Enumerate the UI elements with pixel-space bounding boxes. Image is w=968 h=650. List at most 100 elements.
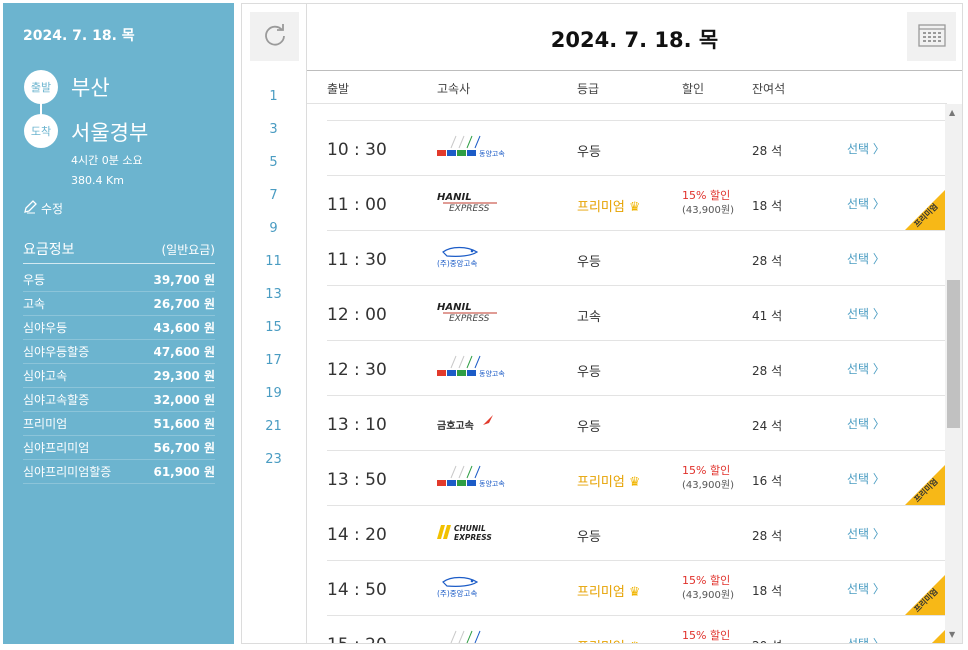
schedule-row: 11 : 00 HANIL EXPRESS 프리미엄 ♛ 15% 할인 (43,900원) 1…: [327, 175, 945, 230]
departure-time: 11 : 00: [327, 195, 387, 215]
calendar-button[interactable]: [907, 12, 956, 61]
bus-grade: 우등: [577, 251, 601, 270]
bus-grade: 프리미엄♛: [577, 636, 641, 643]
svg-text:CHUNIL: CHUNIL: [454, 524, 486, 533]
departure-city: 부산: [71, 76, 110, 100]
svg-text:금호고속: 금호고속: [437, 419, 474, 432]
company-logo: (주)중앙고속: [437, 244, 501, 272]
select-button[interactable]: 선택 〉: [847, 415, 885, 432]
svg-text:동양고속: 동양고속: [479, 480, 505, 488]
fare-type: 우등: [23, 273, 46, 287]
premium-ribbon: 프리미엄: [905, 630, 945, 643]
hour-filter-item[interactable]: 9: [242, 212, 305, 245]
select-button[interactable]: 선택 〉: [847, 525, 885, 542]
fare-type: 고속: [23, 297, 46, 311]
bus-grade: 우등: [577, 526, 601, 545]
sidebar-date: 2024. 7. 18. 목: [23, 28, 135, 44]
hour-filter-item[interactable]: 3: [242, 113, 305, 146]
select-button[interactable]: 선택 〉: [847, 580, 885, 597]
bus-grade: 우등: [577, 361, 601, 380]
fare-type: 심야고속할증: [23, 393, 90, 407]
scroll-down-arrow[interactable]: ▼: [949, 630, 955, 639]
company-logo: 금호고속: [437, 409, 501, 437]
hour-filter-item[interactable]: 5: [242, 146, 305, 179]
vertical-scrollbar[interactable]: ▲ ▼: [945, 104, 962, 643]
premium-ribbon: 프리미엄: [905, 190, 945, 230]
remaining-seats: 41 석: [752, 309, 783, 323]
discount-info: 15% 할인 (43,900원): [682, 463, 734, 493]
select-button[interactable]: 선택 〉: [847, 140, 885, 157]
trip-distance: 380.4 Km: [71, 174, 124, 187]
edit-route-button[interactable]: 수정: [23, 200, 63, 217]
crown-icon: ♛: [628, 200, 641, 215]
svg-text:HANIL: HANIL: [437, 192, 472, 203]
fare-info-header: 요금정보 (일반요금): [23, 239, 215, 264]
departure-time: 12 : 00: [327, 305, 387, 325]
departure-time: 10 : 30: [327, 140, 387, 160]
remaining-seats: 18 석: [752, 199, 783, 213]
svg-text:(주)중앙고속: (주)중앙고속: [437, 588, 477, 598]
pencil-icon: [23, 200, 37, 217]
fare-list: 우등 39,700 원 고속 26,700 원 심야우등 43,600 원 심야우등할증 47…: [23, 268, 215, 484]
hour-filter-item[interactable]: 11: [242, 245, 305, 278]
remaining-seats: 28 석: [752, 529, 783, 543]
fare-row: 심야고속 29,300 원: [23, 364, 215, 388]
fare-row: 우등 39,700 원: [23, 268, 215, 292]
hour-filter-item[interactable]: 13: [242, 278, 305, 311]
hour-filter-item[interactable]: 23: [242, 443, 305, 476]
bus-grade-label: 우등: [577, 365, 601, 380]
hour-filter-column: 1 3 5 7 9 11 13 15 17 19 21 23: [241, 3, 306, 644]
select-button[interactable]: 선택 〉: [847, 250, 885, 267]
hour-filter-item[interactable]: 17: [242, 344, 305, 377]
hour-filter-item[interactable]: 21: [242, 410, 305, 443]
fare-price: 61,900 원: [153, 465, 215, 479]
hour-filter-item[interactable]: 7: [242, 179, 305, 212]
hour-filter-item[interactable]: 15: [242, 311, 305, 344]
company-logo: (주)중앙고속: [437, 574, 501, 602]
schedule-row: 11 : 30 (주)중앙고속 우등 28 석 선택 〉: [327, 230, 945, 285]
schedule-header: 2024. 7. 18. 목: [307, 4, 962, 71]
remaining-seats: 28 석: [752, 254, 783, 268]
hour-filter-item[interactable]: 1: [242, 80, 305, 113]
hour-filter-item[interactable]: 19: [242, 377, 305, 410]
select-button[interactable]: 선택 〉: [847, 470, 885, 487]
discount-info: 15% 할인 (43,900원): [682, 573, 734, 603]
fare-type: 심야고속: [23, 369, 68, 383]
fare-price: 47,600 원: [153, 345, 215, 359]
select-button[interactable]: 선택 〉: [847, 360, 885, 377]
departure-time: 13 : 10: [327, 415, 387, 435]
discount-percent: 15% 할인: [682, 464, 731, 477]
col-company: 고속사: [437, 82, 471, 96]
company-logo: HANIL EXPRESS: [437, 299, 501, 327]
discount-price: (43,900원): [682, 590, 734, 601]
fare-info-subtitle: (일반요금): [161, 243, 215, 257]
select-button[interactable]: 선택 〉: [847, 305, 885, 322]
discount-percent: 15% 할인: [682, 629, 731, 642]
fare-price: 29,300 원: [153, 369, 215, 383]
fare-row: 고속 26,700 원: [23, 292, 215, 316]
select-button[interactable]: 선택 〉: [847, 635, 885, 643]
departure-time: 12 : 30: [327, 360, 387, 380]
company-logo: 동양고속: [437, 629, 501, 643]
bus-grade-label: 프리미엄: [577, 200, 625, 215]
edit-route-label: 수정: [41, 202, 64, 216]
refresh-button[interactable]: [250, 12, 299, 61]
fare-row: 심야프리미엄할증 61,900 원: [23, 460, 215, 484]
schedule-row: 12 : 00 HANIL EXPRESS 고속 41 석 선택 〉: [327, 285, 945, 340]
bus-grade-label: 우등: [577, 145, 601, 160]
company-logo: CHUNIL EXPRESS: [437, 519, 501, 547]
bus-grade-label: 우등: [577, 420, 601, 435]
departure-badge: 출발: [24, 70, 58, 104]
bus-grade: 프리미엄♛: [577, 471, 641, 490]
remaining-seats: 28 석: [752, 144, 783, 158]
calendar-icon: [917, 23, 946, 51]
departure-time: 13 : 50: [327, 470, 387, 490]
schedule-panel: 2024. 7. 18. 목 출발 고속사 등급 할인 잔여석 10 : 30 동…: [306, 3, 963, 644]
scroll-up-arrow[interactable]: ▲: [949, 108, 955, 117]
select-button[interactable]: 선택 〉: [847, 195, 885, 212]
scroll-thumb[interactable]: [947, 280, 960, 428]
departure-time: 14 : 50: [327, 580, 387, 600]
fare-type: 심야우등: [23, 321, 68, 335]
fare-info-title: 요금정보: [23, 242, 75, 258]
departure-time: 15 : 20: [327, 635, 387, 643]
